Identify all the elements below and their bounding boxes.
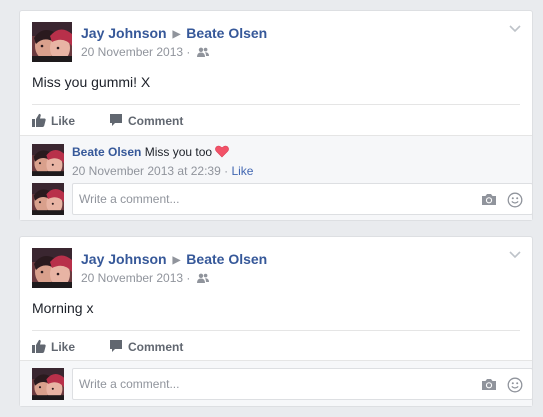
author-link[interactable]: Jay Johnson [81, 25, 167, 41]
post-header: Jay Johnson ▶ Beate Olsen 20 November 2013… [20, 237, 532, 295]
post-meta: 20 November 2013 · [81, 45, 209, 59]
comments-section: Beate Olsen Miss you too 20 November 201… [20, 135, 533, 220]
speech-bubble-icon [109, 339, 123, 353]
comment-button[interactable]: Comment [109, 339, 183, 354]
triangle-right-icon: ▶ [172, 29, 181, 40]
comments-section [20, 360, 533, 406]
triangle-right-icon: ▶ [172, 255, 181, 266]
avatar[interactable] [32, 144, 64, 176]
target-link[interactable]: Beate Olsen [186, 25, 267, 41]
divider [32, 104, 520, 105]
like-label: Like [51, 114, 76, 128]
comment-meta: 20 November 2013 at 22:39 · Like [72, 164, 253, 178]
post-date[interactable]: 20 November 2013 [81, 45, 183, 59]
post-header: Jay Johnson ▶ Beate Olsen 20 November 2013… [20, 11, 532, 69]
comment-input-box [72, 368, 533, 400]
post-text: Miss you gummi! X [32, 74, 151, 90]
avatar[interactable] [32, 368, 64, 400]
post-card: Jay Johnson ▶ Beate Olsen 20 November 2013… [19, 10, 533, 221]
post-text: Morning x [32, 300, 94, 316]
speech-bubble-icon [109, 113, 123, 127]
avatar[interactable] [32, 183, 64, 215]
post-participants: Jay Johnson ▶ Beate Olsen [81, 25, 267, 41]
meta-separator: · [186, 271, 191, 285]
like-button[interactable]: Like [32, 113, 75, 128]
comment-author-link[interactable]: Beate Olsen [72, 145, 141, 159]
camera-icon[interactable] [481, 193, 497, 206]
thumbs-up-icon [32, 339, 46, 353]
comment-label: Comment [128, 114, 184, 128]
like-button[interactable]: Like [32, 339, 75, 354]
author-link[interactable]: Jay Johnson [81, 251, 167, 267]
friends-icon[interactable] [197, 47, 209, 57]
avatar[interactable] [32, 248, 72, 288]
post-participants: Jay Johnson ▶ Beate Olsen [81, 251, 267, 267]
comment-input-box [72, 183, 533, 215]
smiley-icon[interactable] [507, 192, 523, 208]
comment-button[interactable]: Comment [109, 113, 183, 128]
comment-like-link[interactable]: Like [231, 164, 253, 178]
heart-icon [215, 145, 230, 158]
post-card: Jay Johnson ▶ Beate Olsen 20 November 2013… [19, 236, 533, 407]
divider [32, 330, 520, 331]
target-link[interactable]: Beate Olsen [186, 251, 267, 267]
comment-label: Comment [128, 340, 184, 354]
meta-separator: · [186, 45, 191, 59]
chevron-down-icon[interactable] [509, 24, 521, 34]
avatar[interactable] [32, 22, 72, 62]
thumbs-up-icon [32, 113, 46, 127]
smiley-icon[interactable] [507, 377, 523, 393]
comment-timestamp[interactable]: 20 November 2013 at 22:39 [72, 164, 221, 178]
chevron-down-icon[interactable] [509, 250, 521, 260]
meta-separator: · [224, 164, 229, 178]
post-date[interactable]: 20 November 2013 [81, 271, 183, 285]
friends-icon[interactable] [197, 273, 209, 283]
comment-text: Miss you too [144, 145, 213, 159]
like-label: Like [51, 340, 76, 354]
comment-input[interactable] [79, 191, 459, 207]
post-meta: 20 November 2013 · [81, 271, 209, 285]
comment-input[interactable] [79, 376, 459, 392]
comment-body: Beate Olsen Miss you too [72, 145, 230, 159]
camera-icon[interactable] [481, 378, 497, 391]
